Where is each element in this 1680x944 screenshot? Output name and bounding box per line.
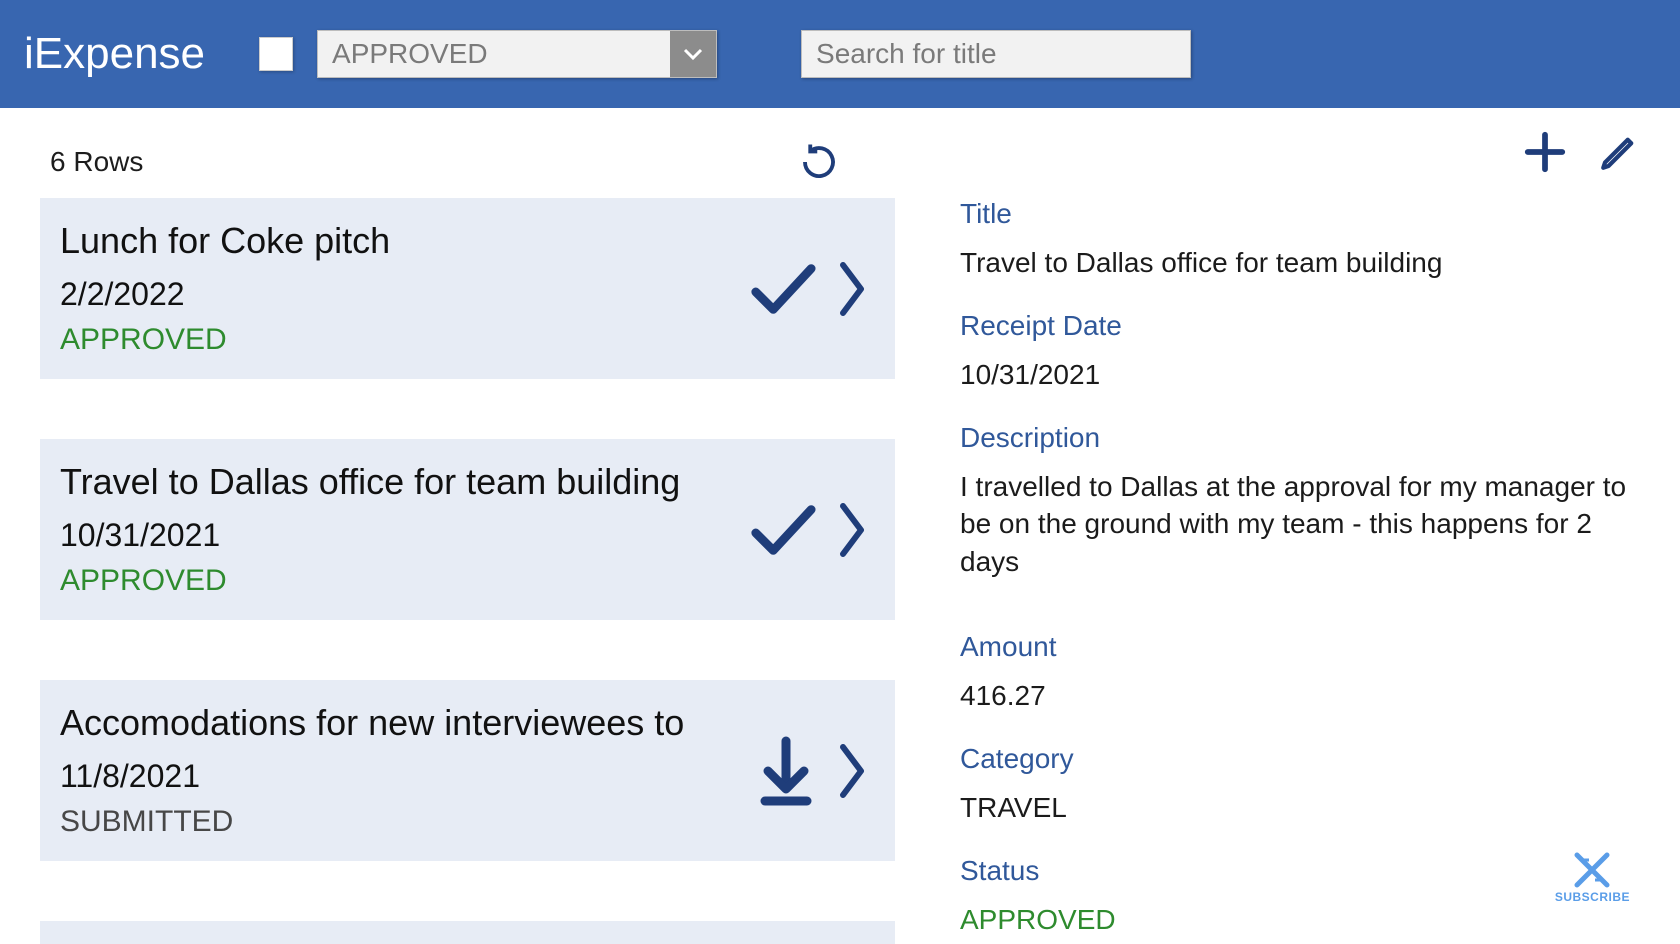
list-item-status: SUBMITTED	[60, 805, 755, 839]
rows-count: 6 Rows	[50, 146, 143, 178]
refresh-button[interactable]	[798, 141, 840, 183]
chevron-right-icon[interactable]	[835, 259, 869, 319]
list-pane: 6 Rows Lunch for Coke pitch 2/2/2022 APP…	[0, 108, 920, 944]
list-scroll[interactable]: Lunch for Coke pitch 2/2/2022 APPROVED T…	[0, 188, 920, 944]
detail-scroll[interactable]: Title Travel to Dallas office for team b…	[920, 178, 1680, 944]
list-item-date: 11/8/2021	[60, 758, 755, 795]
main: 6 Rows Lunch for Coke pitch 2/2/2022 APP…	[0, 108, 1680, 944]
search-input[interactable]	[816, 38, 1190, 70]
list-item-actions	[747, 500, 869, 560]
list-item-title: Lunch for Coke pitch	[60, 220, 747, 262]
list-item-date: 2/2/2022	[60, 276, 747, 313]
list-item-body: Accomodations for new interviewees to 11…	[60, 702, 755, 839]
field-value-amount: 416.27	[960, 677, 1640, 715]
list-item-body: Travel to Dallas office for team buildin…	[60, 461, 747, 598]
search-box[interactable]	[801, 30, 1191, 78]
add-button[interactable]	[1522, 129, 1568, 175]
field-value-receipt-date: 10/31/2021	[960, 356, 1640, 394]
list-item-actions	[747, 259, 869, 319]
chevron-right-icon[interactable]	[835, 500, 869, 560]
status-filter-select[interactable]: APPROVED	[317, 30, 717, 78]
subscribe-label: SUBSCRIBE	[1555, 890, 1630, 904]
list-item[interactable]: Lunch for Coke pitch 2/2/2022 APPROVED	[40, 198, 895, 379]
chevron-down-icon[interactable]	[670, 31, 716, 77]
list-header: 6 Rows	[0, 108, 920, 188]
subscribe-badge[interactable]: SUBSCRIBE	[1555, 850, 1630, 904]
field-label-receipt-date: Receipt Date	[960, 310, 1640, 342]
list-item[interactable]: Travel to Dallas office for team buildin…	[40, 439, 895, 620]
chevron-right-icon[interactable]	[835, 741, 869, 801]
download-icon	[755, 735, 817, 807]
field-value-status: APPROVED	[960, 901, 1640, 939]
list-item-actions	[755, 735, 869, 807]
list-item-title: Accomodations for new interviewees to	[60, 702, 755, 744]
status-filter-value: APPROVED	[318, 38, 670, 70]
app-title: iExpense	[24, 29, 205, 79]
field-label-status: Status	[960, 855, 1640, 887]
field-value-description: I travelled to Dallas at the approval fo…	[960, 468, 1640, 581]
check-icon	[747, 500, 817, 560]
dna-icon	[1567, 850, 1617, 890]
list-item-date: 10/31/2021	[60, 517, 747, 554]
field-label-description: Description	[960, 422, 1640, 454]
edit-button[interactable]	[1598, 131, 1640, 173]
list-item[interactable]: Accomodations for new interviewees to 11…	[40, 680, 895, 861]
detail-toolbar	[920, 108, 1680, 178]
list-item-body: Lunch for Coke pitch 2/2/2022 APPROVED	[60, 220, 747, 357]
field-label-category: Category	[960, 743, 1640, 775]
list-item-status: APPROVED	[60, 564, 747, 598]
field-value-category: TRAVEL	[960, 789, 1640, 827]
filter-checkbox[interactable]	[259, 37, 293, 71]
list-item[interactable]: Taxi from Airport to Office for the fest…	[40, 921, 895, 944]
list-item-title: Travel to Dallas office for team buildin…	[60, 461, 747, 503]
detail-pane: Title Travel to Dallas office for team b…	[920, 108, 1680, 944]
field-label-amount: Amount	[960, 631, 1640, 663]
check-icon	[747, 259, 817, 319]
field-label-title: Title	[960, 198, 1640, 230]
list-item-status: APPROVED	[60, 323, 747, 357]
field-value-title: Travel to Dallas office for team buildin…	[960, 244, 1640, 282]
topbar: iExpense APPROVED	[0, 0, 1680, 108]
